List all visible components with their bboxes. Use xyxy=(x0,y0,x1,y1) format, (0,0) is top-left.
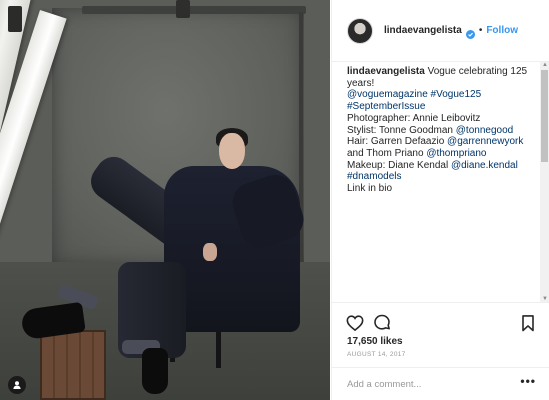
caption-text-segment: Hair: Garren Defaazio xyxy=(347,136,448,148)
header-username[interactable]: lindaevangelista xyxy=(384,25,462,36)
caption-line: Hair: Garren Defaazio @garrennewyork xyxy=(347,136,533,148)
caption-mention-link[interactable]: @diane.kendal xyxy=(451,160,518,171)
comment-input[interactable] xyxy=(347,376,507,392)
post-date[interactable]: August 14, 2017 xyxy=(347,351,406,358)
scroll-up-arrow-icon[interactable]: ▲ xyxy=(542,62,548,68)
caption-lines: @voguemagazine #Vogue125 #SeptemberIssue P… xyxy=(347,89,533,194)
heart-icon[interactable] xyxy=(345,313,365,333)
caption-mention-link[interactable]: @thompriano xyxy=(426,148,486,159)
comment-icon[interactable] xyxy=(372,313,392,333)
likes-count[interactable]: 17,650 likes xyxy=(347,336,403,347)
caption-line: Stylist: Tonne Goodman @tonnegood xyxy=(347,125,533,137)
caption-line: @voguemagazine #Vogue125 xyxy=(347,89,533,101)
caption-mention-link[interactable]: @tonnegood xyxy=(456,125,513,136)
caption-scrollbar[interactable]: ▲ ▼ xyxy=(540,62,549,302)
caption-hashtag-link[interactable]: #SeptemberIssue xyxy=(347,101,425,112)
model-shoe xyxy=(142,348,168,394)
caption-text-segment: Link in bio xyxy=(347,183,393,195)
photo-crate xyxy=(40,330,106,400)
model-hand xyxy=(203,243,217,261)
caption-text-segment: Stylist: Tonne Goodman xyxy=(347,124,456,136)
post-header: lindaevangelista • Follow xyxy=(332,0,549,62)
post-sidebar: lindaevangelista • Follow lindaevangelis… xyxy=(331,0,549,400)
caption-text-segment: Photographer: Annie Leibovitz xyxy=(347,112,481,124)
bookmark-icon[interactable] xyxy=(518,313,538,333)
caption-mention-link[interactable]: @garrennewyork xyxy=(447,136,523,147)
caption-line: Photographer: Annie Leibovitz xyxy=(347,113,533,125)
caption-line: #dnamodels xyxy=(347,171,533,183)
scrollbar-thumb[interactable] xyxy=(541,70,548,162)
caption-hashtag-link[interactable]: #Vogue125 xyxy=(431,89,482,100)
caption-line: Makeup: Diane Kendal @diane.kendal xyxy=(347,160,533,172)
follow-button[interactable]: Follow xyxy=(486,25,518,36)
post-caption: lindaevangelista Vogue celebrating 125 y… xyxy=(347,66,533,300)
caption-hashtag-link[interactable]: #dnamodels xyxy=(347,171,401,182)
caption-username[interactable]: lindaevangelista xyxy=(347,66,425,77)
more-options-button[interactable]: ••• xyxy=(520,374,536,388)
photo-backdrop-bar xyxy=(82,6,306,14)
model-head xyxy=(219,133,245,169)
caption-text-segment: and Thom Priano xyxy=(347,147,427,159)
photo-light-stand xyxy=(8,6,22,32)
photo-clamp xyxy=(176,0,190,18)
avatar[interactable] xyxy=(347,17,373,44)
caption-line: Link in bio xyxy=(347,183,533,195)
comment-bar: ••• xyxy=(332,367,549,400)
caption-text-segment: Makeup: Diane Kendal xyxy=(347,159,451,171)
post-photo[interactable] xyxy=(0,0,330,400)
user-tag-icon[interactable] xyxy=(8,376,26,394)
verified-badge-icon xyxy=(465,26,475,39)
caption-line: #SeptemberIssue xyxy=(347,101,533,113)
post-actions xyxy=(332,302,549,340)
caption-mention-link[interactable]: @voguemagazine xyxy=(347,89,428,100)
header-separator: • xyxy=(478,25,483,36)
caption-line: and Thom Priano @thompriano xyxy=(347,148,533,160)
